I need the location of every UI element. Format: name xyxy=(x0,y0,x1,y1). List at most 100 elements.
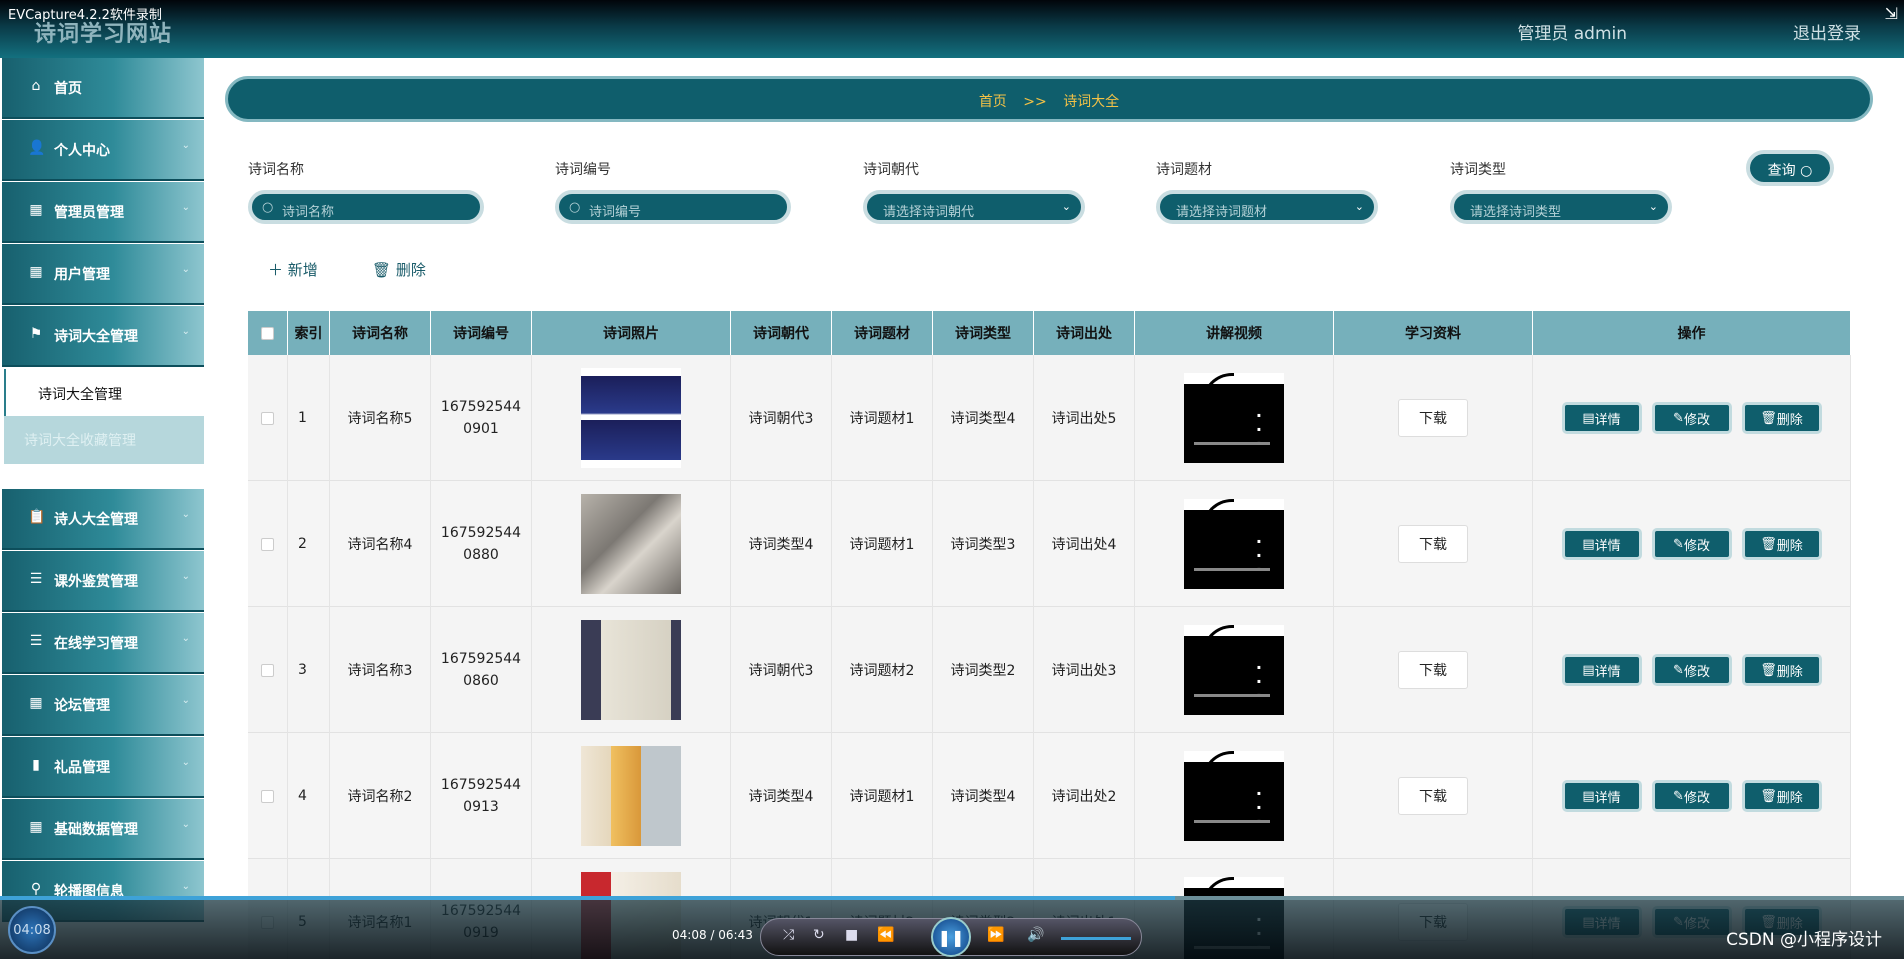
delete-button[interactable]: 🗑 删除 xyxy=(1741,654,1822,686)
sidebar-item-0[interactable]: ⌂ 首页 xyxy=(2,58,204,119)
sidebar-item-8[interactable]: ▦ 论坛管理 ⌄ xyxy=(2,675,204,736)
row-checkbox[interactable] xyxy=(261,789,274,803)
query-button[interactable]: 查询 ○ xyxy=(1746,150,1834,186)
download-cell: 下载 xyxy=(1334,733,1533,859)
video-cell: ··· xyxy=(1135,733,1334,859)
poem-photo[interactable] xyxy=(581,620,681,720)
sidebar-item-label: 个人中心 xyxy=(54,143,110,159)
code-cell: 167592544 0880 xyxy=(431,481,532,607)
detail-button[interactable]: ▤ 详情 xyxy=(1561,528,1642,560)
theme-cell: 诗词题材1 xyxy=(832,481,933,607)
edit-button[interactable]: ✎ 修改 xyxy=(1651,654,1732,686)
video-arc xyxy=(1202,625,1234,655)
grid-icon: ▦ xyxy=(29,819,43,835)
video-thumbnail[interactable]: ··· xyxy=(1184,373,1284,463)
name-search-input[interactable]: ○ 诗词名称 xyxy=(248,190,484,224)
detail-button[interactable]: ▤ 详情 xyxy=(1561,402,1642,434)
sidebar-item-3[interactable]: ▦ 用户管理 ⌄ xyxy=(2,244,204,305)
sidebar-item-label: 论坛管理 xyxy=(54,698,110,714)
sidebar-item-10[interactable]: ▦ 基础数据管理 ⌄ xyxy=(2,799,204,860)
edit-label: 修改 xyxy=(1683,538,1710,554)
sidebar-item-label: 诗词大全管理 xyxy=(54,329,138,345)
poem-photo[interactable] xyxy=(581,746,681,846)
breadcrumb-home[interactable]: 首页 xyxy=(979,94,1007,110)
flag-icon: ⚑ xyxy=(29,326,43,342)
download-button[interactable]: 下载 xyxy=(1398,525,1468,563)
watermark: CSDN @小程序设计 xyxy=(1726,930,1882,950)
video-thumbnail[interactable]: ··· xyxy=(1184,751,1284,841)
document-icon: ▤ xyxy=(1582,662,1595,678)
checkbox[interactable] xyxy=(261,326,274,340)
sidebar-item-5[interactable]: 📋 诗人大全管理 ⌄ xyxy=(2,489,204,550)
index-cell: 4 xyxy=(288,733,330,859)
poem-photo[interactable] xyxy=(581,494,681,594)
delete-button[interactable]: 🗑 删除 xyxy=(1741,528,1822,560)
window-corner-icon[interactable]: ⇲ xyxy=(1885,4,1898,23)
repeat-icon[interactable]: ↻ xyxy=(813,927,825,943)
pause-icon[interactable]: ❚❚ xyxy=(931,917,971,957)
shuffle-icon[interactable]: ⤮ xyxy=(783,927,794,943)
detail-button[interactable]: ▤ 详情 xyxy=(1561,654,1642,686)
poem-table: 索引 诗词名称 诗词编号 诗词照片 诗词朝代 诗词题材 诗词类型 诗词出处 讲解视频 学习资料 操作… xyxy=(248,311,1851,959)
download-button[interactable]: 下载 xyxy=(1398,777,1468,815)
fast-forward-icon[interactable]: ⏩ xyxy=(987,927,1004,943)
row-checkbox[interactable] xyxy=(261,537,274,551)
code-line-2: 0901 xyxy=(463,421,499,437)
delete-button[interactable]: 🗑 删除 xyxy=(372,259,426,280)
detail-label: 详情 xyxy=(1594,664,1621,680)
grid-icon: ▦ xyxy=(29,264,43,280)
code-cell: 167592544 0901 xyxy=(431,355,532,481)
row-checkbox[interactable] xyxy=(261,663,274,677)
name-cell: 诗词名称5 xyxy=(330,355,431,481)
chevron-down-icon: ⌄ xyxy=(181,264,190,275)
sidebar-item-2[interactable]: ▦ 管理员管理 ⌄ xyxy=(2,182,204,243)
sidebar-subitem-poem-favorites[interactable]: 诗词大全收藏管理 xyxy=(4,416,204,464)
bar-chart-icon: ▮ xyxy=(32,757,40,773)
logout-link[interactable]: 退出登录 xyxy=(1793,19,1861,44)
sidebar-subitem-label: 诗词大全收藏管理 xyxy=(24,433,136,449)
document-icon: ▤ xyxy=(1582,410,1595,426)
sidebar-subitem-poem-manage[interactable]: 诗词大全管理 xyxy=(4,369,204,416)
dynasty-select[interactable]: 请选择诗词朝代 ⌄ xyxy=(863,190,1085,224)
add-button[interactable]: ＋ 新增 xyxy=(268,259,318,280)
code-line-1: 167592544 xyxy=(440,525,522,541)
row-checkbox[interactable] xyxy=(261,411,274,425)
code-search-input[interactable]: ○ 诗词编号 xyxy=(555,190,791,224)
volume-slider[interactable] xyxy=(1061,937,1131,940)
sidebar-item-1[interactable]: 👤 个人中心 ⌄ xyxy=(2,120,204,181)
sidebar-item-label: 礼品管理 xyxy=(54,760,110,776)
seek-bar[interactable] xyxy=(0,896,1904,900)
poem-photo[interactable] xyxy=(581,368,681,468)
download-button[interactable]: 下载 xyxy=(1398,651,1468,689)
chevron-down-icon: ⌄ xyxy=(181,509,190,520)
search-icon: ○ xyxy=(1800,163,1813,179)
download-button[interactable]: 下载 xyxy=(1398,399,1468,437)
delete-button[interactable]: 🗑 删除 xyxy=(1741,402,1822,434)
theme-cell: 诗词题材1 xyxy=(832,355,933,481)
volume-icon[interactable]: 🔊 xyxy=(1027,927,1044,943)
edit-button[interactable]: ✎ 修改 xyxy=(1651,402,1732,434)
sidebar-item-9[interactable]: ▮ 礼品管理 ⌄ xyxy=(2,737,204,798)
video-thumbnail[interactable]: ··· xyxy=(1184,499,1284,589)
chevron-down-icon: ⌄ xyxy=(181,633,190,644)
sidebar-item-4[interactable]: ⚑ 诗词大全管理 ⌄ xyxy=(2,306,204,367)
sidebar-item-6[interactable]: ☰ 课外鉴赏管理 ⌄ xyxy=(2,551,204,612)
column-header: 诗词类型 xyxy=(933,311,1034,355)
detail-label: 详情 xyxy=(1594,538,1621,554)
edit-button[interactable]: ✎ 修改 xyxy=(1651,780,1732,812)
rewind-icon[interactable]: ⏪ xyxy=(877,927,894,943)
video-thumbnail[interactable]: ··· xyxy=(1184,625,1284,715)
sidebar-item-7[interactable]: ☰ 在线学习管理 ⌄ xyxy=(2,613,204,674)
table-row: 2 诗词名称4 167592544 0880 诗词类型4 诗词题材1 诗词类型3 诗词出处4 ·… xyxy=(248,481,1851,607)
dynasty-cell: 诗词类型4 xyxy=(731,481,832,607)
index-cell: 3 xyxy=(288,607,330,733)
video-cell: ··· xyxy=(1135,607,1334,733)
column-header: 诗词照片 xyxy=(532,311,731,355)
detail-button[interactable]: ▤ 详情 xyxy=(1561,780,1642,812)
stop-icon[interactable]: ■ xyxy=(845,927,858,943)
type-select[interactable]: 请选择诗词类型 ⌄ xyxy=(1450,190,1672,224)
edit-button[interactable]: ✎ 修改 xyxy=(1651,528,1732,560)
select-all-checkbox[interactable] xyxy=(248,311,288,355)
delete-button[interactable]: 🗑 删除 xyxy=(1741,780,1822,812)
theme-select[interactable]: 请选择诗词题材 ⌄ xyxy=(1156,190,1378,224)
